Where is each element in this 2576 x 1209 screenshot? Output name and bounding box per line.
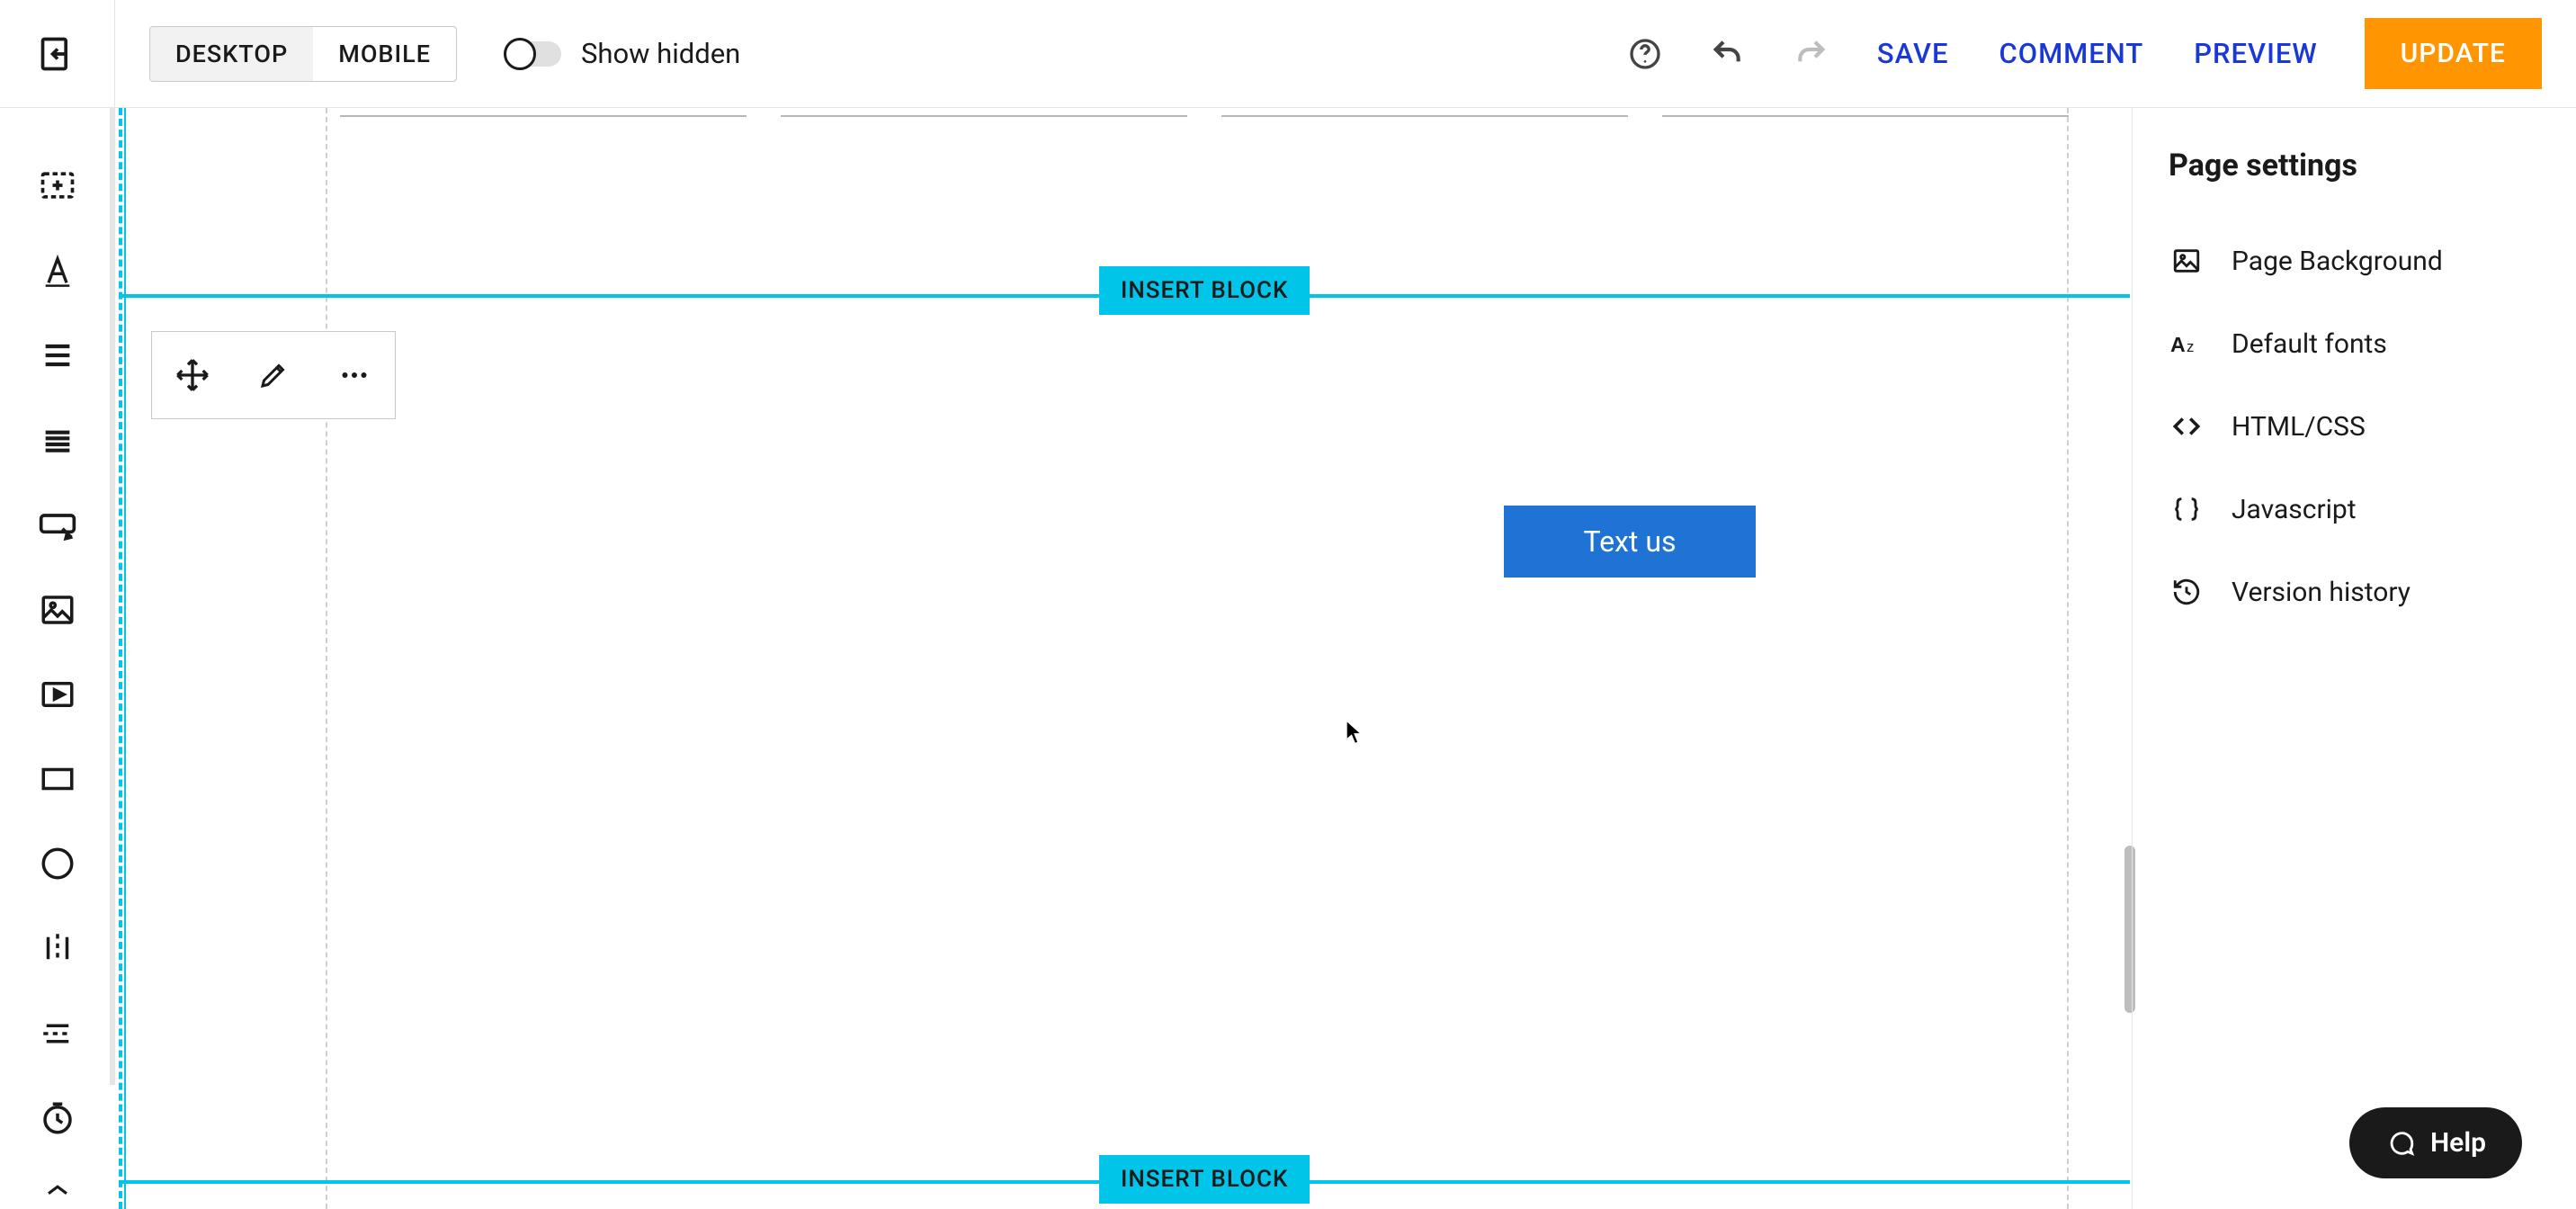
chat-icon <box>2385 1128 2416 1159</box>
page-background-label: Page Background <box>2232 246 2443 277</box>
pencil-icon <box>257 359 290 391</box>
help-circle-icon <box>1627 36 1663 72</box>
topbar-right: SAVE COMMENT PREVIEW UPDATE <box>1625 18 2576 89</box>
rail-divider-v[interactable] <box>36 929 79 967</box>
canvas[interactable]: INSERT BLOCK Text us INSERT <box>115 108 2132 1209</box>
device-desktop-tab[interactable]: DESKTOP <box>150 27 313 81</box>
redo-icon <box>1793 36 1829 72</box>
tile <box>781 108 1187 117</box>
exit-button[interactable] <box>0 0 115 108</box>
rail-circle[interactable] <box>36 845 79 882</box>
javascript-item[interactable]: Javascript <box>2169 482 2540 536</box>
rail-button[interactable] <box>36 506 79 544</box>
block-more-button[interactable] <box>333 354 376 397</box>
left-rail <box>0 108 115 1209</box>
svg-text:z: z <box>2187 338 2194 355</box>
toggle-knob <box>504 38 536 70</box>
margin-guide-right <box>2067 108 2069 1209</box>
rail-rectangle[interactable] <box>36 760 79 798</box>
page-background-item[interactable]: Page Background <box>2169 234 2540 288</box>
preview-button[interactable]: PREVIEW <box>2190 30 2321 77</box>
right-panel-title: Page settings <box>2169 148 2540 184</box>
lines-icon <box>40 422 76 458</box>
font-icon: Az <box>2169 326 2205 362</box>
show-hidden-label: Show hidden <box>581 37 740 70</box>
show-hidden-toggle[interactable] <box>504 38 561 70</box>
braces-icon <box>2169 491 2205 527</box>
block-move-button[interactable] <box>171 354 214 397</box>
rail-countdown[interactable] <box>36 1099 79 1137</box>
text-icon <box>40 253 76 289</box>
tile <box>1662 108 2069 117</box>
move-icon <box>174 357 210 393</box>
right-panel: Page settings Page Background Az Default… <box>2132 108 2576 1209</box>
insert-block-bottom[interactable]: INSERT BLOCK <box>1099 1155 1310 1204</box>
help-widget[interactable]: Help <box>2349 1107 2522 1178</box>
device-toggle: DESKTOP MOBILE <box>149 26 457 82</box>
help-widget-label: Help <box>2430 1127 2486 1159</box>
text-us-button[interactable]: Text us <box>1504 506 1756 578</box>
insert-block-top[interactable]: INSERT BLOCK <box>1099 266 1310 315</box>
add-section-icon <box>38 166 77 205</box>
tile <box>1221 108 1628 117</box>
rail-image[interactable] <box>36 591 79 629</box>
html-css-label: HTML/CSS <box>2232 411 2366 443</box>
top-tiles <box>340 108 2069 117</box>
block-edit-button[interactable] <box>252 354 295 397</box>
save-button[interactable]: SAVE <box>1874 30 1953 77</box>
more-icon <box>338 359 371 391</box>
button-icon <box>38 507 77 543</box>
rail-divider-h[interactable] <box>36 1015 79 1052</box>
show-hidden-control: Show hidden <box>504 37 740 70</box>
undo-button[interactable] <box>1708 34 1748 74</box>
version-history-label: Version history <box>2232 577 2411 608</box>
rail-lines[interactable] <box>36 421 79 459</box>
paragraph-icon <box>40 337 76 373</box>
chevron-up-icon <box>44 1182 71 1198</box>
tile <box>340 108 747 117</box>
redo-button <box>1791 34 1830 74</box>
rail-more[interactable] <box>36 1171 79 1209</box>
comment-button[interactable]: COMMENT <box>1995 30 2147 77</box>
rail-paragraph[interactable] <box>36 336 79 374</box>
update-button[interactable]: UPDATE <box>2365 18 2542 89</box>
image-icon <box>2169 243 2205 279</box>
javascript-label: Javascript <box>2232 494 2357 525</box>
block-toolbar <box>151 331 396 419</box>
default-fonts-label: Default fonts <box>2232 328 2387 360</box>
rectangle-icon <box>39 760 76 798</box>
circle-icon <box>39 845 76 882</box>
divider-v-icon <box>39 929 76 967</box>
help-icon-button[interactable] <box>1625 34 1665 74</box>
default-fonts-item[interactable]: Az Default fonts <box>2169 317 2540 371</box>
divider-h-icon <box>39 1015 76 1052</box>
exit-icon <box>38 34 77 74</box>
rail-text[interactable] <box>36 252 79 290</box>
undo-icon <box>1710 36 1746 72</box>
video-icon <box>39 676 76 713</box>
history-icon <box>2169 574 2205 610</box>
rail-add-section[interactable] <box>36 166 79 205</box>
svg-text:A: A <box>2170 333 2186 356</box>
margin-guide-left <box>326 108 327 1209</box>
top-bar: DESKTOP MOBILE Show hidden <box>0 0 2576 108</box>
rail-video[interactable] <box>36 676 79 713</box>
version-history-item[interactable]: Version history <box>2169 565 2540 619</box>
image-icon <box>39 591 76 629</box>
device-mobile-tab[interactable]: MOBILE <box>313 27 456 81</box>
html-css-item[interactable]: HTML/CSS <box>2169 399 2540 453</box>
clock-icon <box>39 1099 76 1137</box>
code-icon <box>2169 408 2205 444</box>
